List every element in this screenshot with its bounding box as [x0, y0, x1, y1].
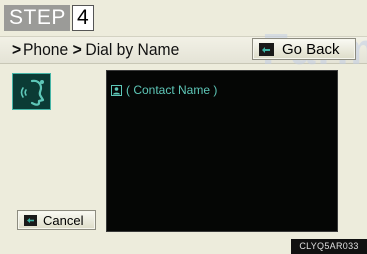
breadcrumb: > Phone > Dial by Name	[12, 39, 179, 61]
voice-command-icon	[20, 79, 45, 106]
go-back-icon	[259, 42, 274, 56]
contact-list-panel: ( Contact Name )	[106, 70, 338, 232]
screen-frame: STEP 4 >Phone >Dial by Name Farm Go Back	[0, 0, 367, 254]
step-label: STEP	[4, 5, 70, 31]
cancel-button[interactable]: Cancel	[17, 210, 96, 230]
breadcrumb-item-phone: Phone	[22, 40, 69, 59]
breadcrumb-item-dial-by-name: Dial by Name	[85, 40, 180, 59]
voice-command-button[interactable]	[12, 73, 51, 110]
cancel-label: Cancel	[43, 212, 84, 228]
go-back-button[interactable]: Go Back	[252, 38, 356, 60]
step-number: 4	[71, 5, 94, 31]
figure-code: CLYQ5AR033	[291, 239, 367, 254]
cancel-icon	[24, 214, 37, 226]
go-back-label: Go Back	[282, 40, 340, 58]
breadcrumb-separator: >	[72, 40, 82, 59]
breadcrumb-separator: >	[12, 40, 22, 59]
contact-name-placeholder: ( Contact Name )	[126, 83, 218, 97]
contact-name-item[interactable]: ( Contact Name )	[111, 83, 217, 97]
contact-icon	[111, 84, 122, 96]
step-badge: STEP 4	[4, 5, 94, 31]
